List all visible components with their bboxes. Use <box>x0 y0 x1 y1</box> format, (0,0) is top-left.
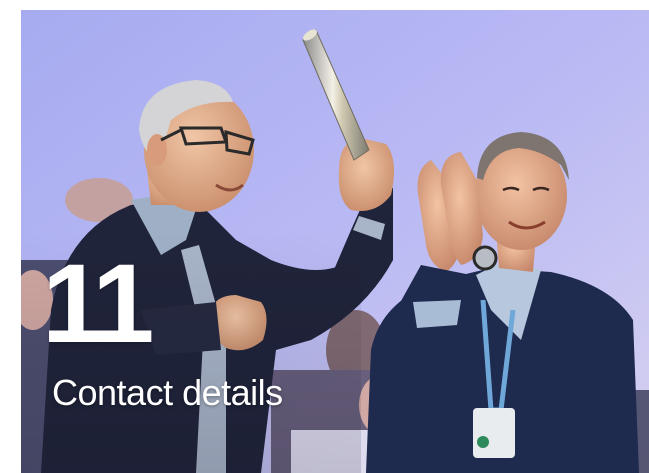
hero-card: 11 Contact details <box>21 10 649 473</box>
section-number: 11 <box>42 241 154 366</box>
section-title: Contact details <box>52 372 283 413</box>
